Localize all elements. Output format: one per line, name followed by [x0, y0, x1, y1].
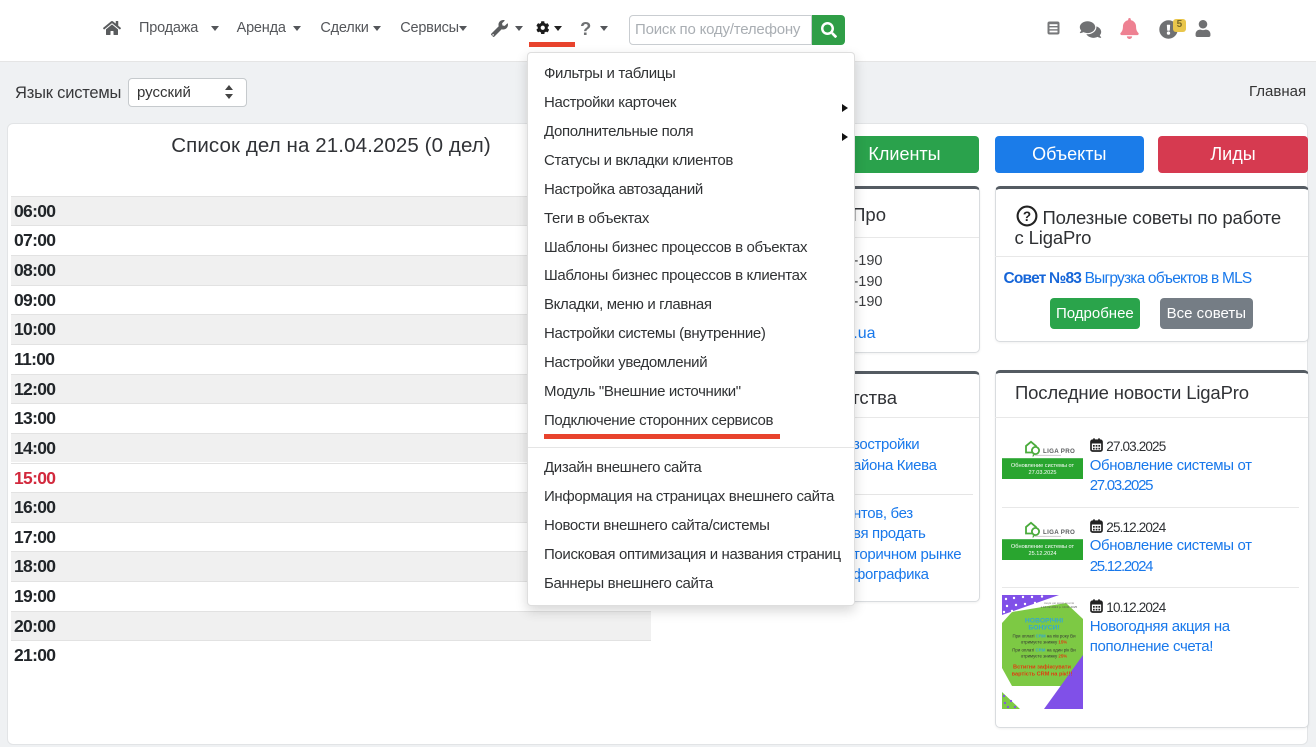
svg-text:27.03.2025: 27.03.2025: [1029, 469, 1057, 475]
svg-text:LIGA PRO: LIGA PRO: [1043, 529, 1075, 536]
svg-text:Встигни зафіксувати: Встигни зафіксувати: [1013, 663, 1071, 670]
svg-text:отримуєте знижку 25%: отримуєте знижку 25%: [1021, 653, 1067, 658]
svg-text:25.12.2024: 25.12.2024: [1029, 551, 1057, 557]
svg-text:LIGA PRO: LIGA PRO: [1043, 448, 1075, 455]
svg-text:з 10.12.2024 р. 10.01.2025: з 10.12.2024 р. 10.01.2025: [1041, 605, 1078, 609]
svg-text:?: ?: [1022, 208, 1030, 223]
svg-text:Обновление системы от: Обновление системы от: [1011, 544, 1075, 550]
svg-text:вартість CRM на рік!!!: вартість CRM на рік!!!: [1012, 671, 1073, 677]
svg-text:НОВОРІЧНІ: НОВОРІЧНІ: [1025, 617, 1063, 624]
svg-text:отримуєте знижку 15%: отримуєте знижку 15%: [1021, 639, 1067, 644]
svg-text:БОНУСИ!: БОНУСИ!: [1029, 624, 1060, 631]
svg-text:При оплаті CRM на один рік Ви: При оплаті CRM на один рік Ви: [1013, 647, 1077, 652]
svg-text:При оплаті CRM на пів року Ви: При оплаті CRM на пів року Ви: [1013, 633, 1077, 638]
svg-text:Обновление системы от: Обновление системы от: [1011, 463, 1075, 469]
